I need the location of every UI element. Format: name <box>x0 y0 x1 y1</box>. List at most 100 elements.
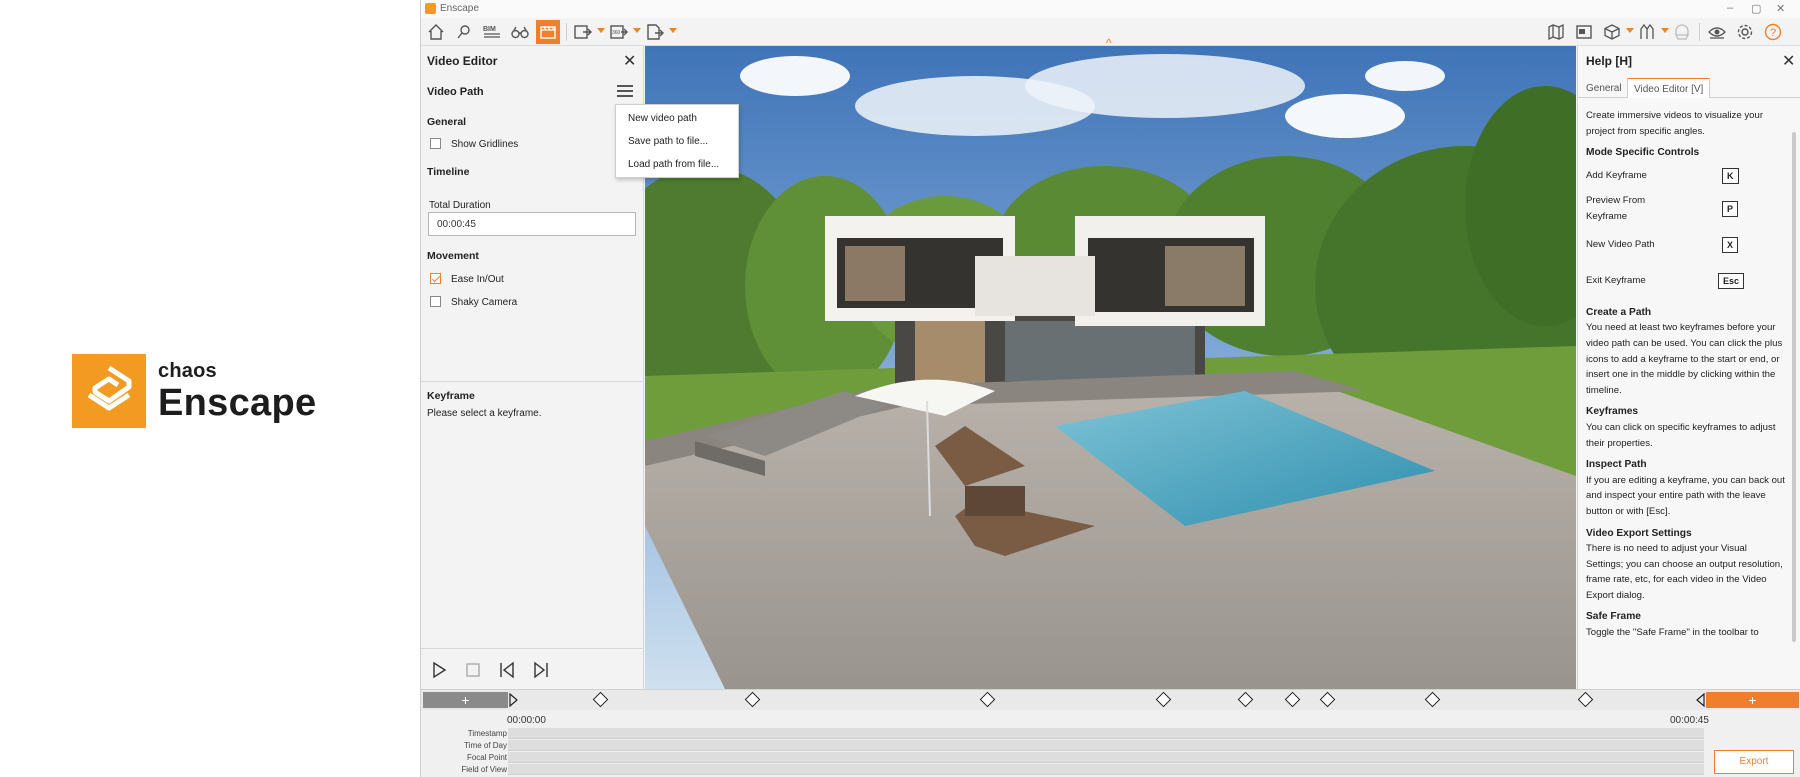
video-path-dropdown: New video path Save path to file... Load… <box>615 104 739 178</box>
cube-button[interactable] <box>1600 20 1624 44</box>
shaky-camera-checkbox[interactable] <box>430 296 441 307</box>
ease-in-out-checkbox[interactable] <box>430 273 441 284</box>
track-field-of-view[interactable] <box>508 764 1704 775</box>
help-scrollbar[interactable] <box>1792 132 1796 642</box>
help-title: Help [H] <box>1586 54 1632 68</box>
title-bar: Enscape – ▢ ✕ <box>421 0 1800 18</box>
keyframe-marker[interactable] <box>1424 691 1441 708</box>
section-text: You can click on specific keyframes to a… <box>1586 421 1776 449</box>
video-editor-button[interactable] <box>536 20 560 44</box>
key-badge: P <box>1722 200 1739 217</box>
show-gridlines-label: Show Gridlines <box>451 139 519 150</box>
skip-back-icon <box>500 661 514 679</box>
section-text: There is no need to adjust your Visual S… <box>1586 543 1783 601</box>
screenshot-export-icon <box>574 25 592 39</box>
video-path-menu-icon[interactable] <box>617 84 633 98</box>
help-button[interactable]: ? <box>1761 20 1785 44</box>
track-label: Time of Day <box>464 741 507 750</box>
enscape-logo-icon <box>72 354 146 428</box>
minimize-button[interactable]: – <box>1727 2 1733 14</box>
total-duration-input[interactable]: 00:00:45 <box>428 212 636 236</box>
next-keyframe-button[interactable] <box>531 660 551 680</box>
play-button[interactable] <box>429 660 449 680</box>
section-heading: Safe Frame <box>1586 611 1641 623</box>
control-row: Preview From Keyframe P <box>1586 191 1786 227</box>
cube-icon <box>1604 24 1620 40</box>
tab-video-editor[interactable]: Video Editor [V] <box>1627 78 1711 98</box>
panorama-export-button[interactable]: 360 <box>607 20 631 44</box>
track-label: Timestamp <box>467 729 507 738</box>
add-keyframe-start-button[interactable]: + <box>423 692 508 708</box>
previous-keyframe-button[interactable] <box>497 660 517 680</box>
keyframe-bar[interactable]: + + <box>421 690 1800 710</box>
key-badge: K <box>1722 167 1739 184</box>
tab-general[interactable]: General <box>1580 78 1628 98</box>
map-icon <box>1548 23 1564 41</box>
enscape-brand: chaos Enscape <box>72 354 332 430</box>
keyframe-marker[interactable] <box>1284 691 1300 708</box>
map-button[interactable] <box>1544 20 1568 44</box>
help-content: Create immersive videos to visualize you… <box>1586 108 1786 641</box>
keyframe-marker[interactable] <box>1319 691 1335 708</box>
section-heading: Inspect Path <box>1586 459 1647 471</box>
home-icon <box>428 24 444 40</box>
help-close-icon[interactable]: ✕ <box>1782 51 1795 71</box>
visibility-button[interactable] <box>1705 20 1729 44</box>
window-title: Enscape <box>440 3 479 14</box>
keyframe-marker[interactable] <box>1155 691 1171 708</box>
keyframe-heading: Keyframe <box>427 390 475 402</box>
material-button[interactable] <box>1670 20 1694 44</box>
svg-text:360: 360 <box>612 30 621 36</box>
settings-icon <box>1737 24 1753 40</box>
load-path-item[interactable]: Load path from file... <box>628 159 719 170</box>
stop-button[interactable] <box>463 660 483 680</box>
window-close-button[interactable]: ✕ <box>1776 2 1785 15</box>
controls-heading: Mode Specific Controls <box>1586 147 1700 159</box>
key-badge: X <box>1722 236 1739 253</box>
video-editor-title: Video Editor <box>427 54 498 68</box>
svg-text:BIM: BIM <box>483 26 496 33</box>
help-tabs: General Video Editor [V] <box>1578 78 1800 98</box>
render-viewport[interactable] <box>645 46 1576 689</box>
brand-company: chaos <box>158 360 217 382</box>
timeline-panel: + + 00:00:00 00:00:45 Timestamp Time of … <box>421 689 1800 777</box>
keyframe-marker[interactable] <box>1577 691 1593 708</box>
track-focal-point[interactable] <box>508 752 1704 763</box>
keyframe-marker[interactable] <box>592 691 609 708</box>
export-button[interactable]: Export <box>1714 750 1794 774</box>
asset-library-button[interactable] <box>1635 20 1659 44</box>
keyframe-marker[interactable] <box>979 691 996 708</box>
save-path-item[interactable]: Save path to file... <box>628 136 708 147</box>
show-gridlines-checkbox[interactable] <box>430 138 441 149</box>
track-time-of-day[interactable] <box>508 740 1704 751</box>
end-marker-icon <box>1696 693 1705 707</box>
section-heading: Create a Path <box>1586 306 1652 318</box>
keyframe-marker[interactable] <box>1237 691 1253 708</box>
settings-button[interactable] <box>1733 20 1757 44</box>
screenshot-export-button[interactable] <box>571 20 595 44</box>
binoculars-icon <box>511 26 529 39</box>
batch-export-button[interactable] <box>643 20 667 44</box>
binoculars-button[interactable] <box>508 20 532 44</box>
panorama-export-icon: 360 <box>610 25 628 39</box>
help-panel: Help [H] ✕ General Video Editor [V] Crea… <box>1577 46 1800 689</box>
video-editor-panel: Video Editor ✕ Video Path General Show G… <box>421 46 739 689</box>
control-row: New Video Path X <box>1586 227 1786 263</box>
maximize-button[interactable]: ▢ <box>1751 2 1761 15</box>
bim-button[interactable]: BIM <box>480 20 504 44</box>
bim-icon: BIM <box>483 26 500 38</box>
track-timestamp[interactable] <box>508 728 1704 739</box>
video-editor-close-icon[interactable]: ✕ <box>623 51 636 71</box>
start-marker-icon <box>509 693 518 707</box>
batch-export-icon <box>647 24 664 40</box>
new-video-path-item[interactable]: New video path <box>628 113 697 124</box>
views-button[interactable] <box>452 20 476 44</box>
brand-product: Enscape <box>158 382 317 424</box>
minimap-button[interactable] <box>1572 20 1596 44</box>
key-badge: Esc <box>1718 272 1745 289</box>
add-keyframe-end-button[interactable]: + <box>1706 692 1799 708</box>
stop-icon <box>466 663 480 677</box>
visibility-icon <box>1708 27 1726 39</box>
keyframe-marker[interactable] <box>745 691 761 708</box>
home-button[interactable] <box>424 20 448 44</box>
